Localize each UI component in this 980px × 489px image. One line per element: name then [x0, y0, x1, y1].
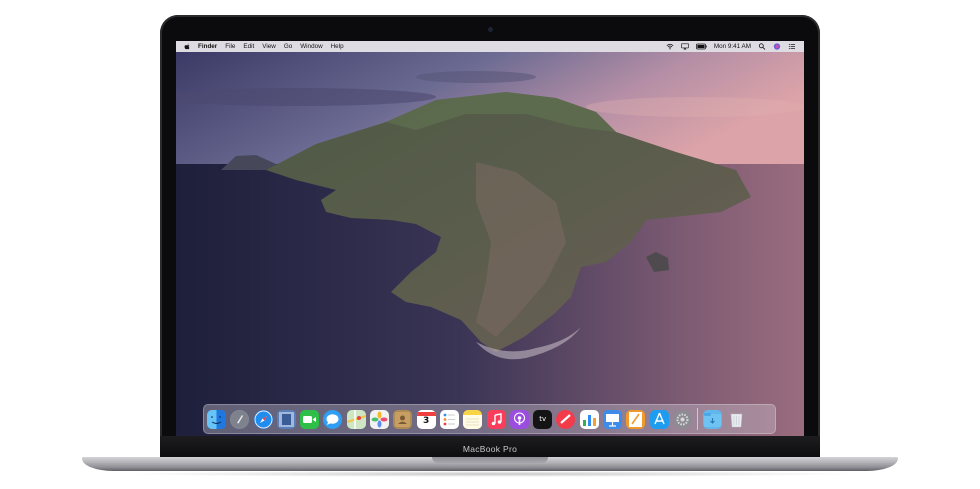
menu-help[interactable]: Help: [331, 43, 344, 50]
wifi-icon[interactable]: [666, 43, 674, 50]
apple-tv-icon[interactable]: tv: [533, 409, 553, 429]
dock: 3 tv: [203, 404, 776, 434]
notes-icon[interactable]: [463, 409, 483, 429]
airplay-icon[interactable]: [681, 43, 689, 50]
notification-center-icon[interactable]: [788, 43, 796, 50]
app-store-icon[interactable]: [649, 409, 669, 429]
news-icon[interactable]: [556, 409, 576, 429]
music-icon[interactable]: [486, 409, 506, 429]
maps-icon[interactable]: [346, 409, 366, 429]
photos-icon[interactable]: [370, 409, 390, 429]
facetime-icon[interactable]: [300, 409, 320, 429]
tv-label: tv: [539, 414, 547, 423]
downloads-folder-icon[interactable]: [703, 409, 723, 429]
launchpad-icon[interactable]: [230, 409, 250, 429]
reminders-icon[interactable]: [439, 409, 459, 429]
photo-booth-icon[interactable]: [276, 409, 296, 429]
menu-file[interactable]: File: [225, 43, 235, 50]
keynote-icon[interactable]: [603, 409, 623, 429]
safari-icon[interactable]: [253, 409, 273, 429]
menu-edit[interactable]: Edit: [243, 43, 254, 50]
messages-icon[interactable]: [323, 409, 343, 429]
trash-icon[interactable]: [727, 410, 746, 429]
menu-window[interactable]: Window: [300, 43, 322, 50]
spotlight-search-icon[interactable]: [758, 43, 766, 50]
menu-clock[interactable]: Mon 9:41 AM: [714, 43, 751, 50]
opening-notch: [432, 457, 548, 463]
menu-go[interactable]: Go: [284, 43, 292, 50]
menu-finder[interactable]: Finder: [198, 43, 217, 50]
menu-bar: Finder File Edit View Go Window Help Mon…: [176, 41, 804, 52]
finder-icon[interactable]: [207, 409, 226, 429]
desktop-wallpaper[interactable]: [176, 52, 804, 436]
apple-logo-icon[interactable]: [184, 43, 191, 50]
calendar-day: 3: [423, 416, 430, 426]
system-preferences-icon[interactable]: [672, 409, 692, 429]
contacts-icon[interactable]: [393, 409, 413, 429]
menu-view[interactable]: View: [262, 43, 276, 50]
numbers-icon[interactable]: [579, 409, 599, 429]
laptop-shadow: [120, 471, 860, 477]
model-label: MacBook Pro: [462, 444, 518, 454]
podcasts-icon[interactable]: [509, 409, 529, 429]
camera-icon: [488, 27, 493, 32]
siri-icon[interactable]: [773, 43, 781, 50]
dock-separator: [697, 408, 699, 430]
pages-icon[interactable]: [626, 409, 646, 429]
battery-icon[interactable]: [695, 43, 707, 50]
status-menus: Mon 9:41 AM: [659, 43, 804, 50]
calendar-icon[interactable]: 3: [416, 409, 436, 429]
screen: Finder File Edit View Go Window Help Mon…: [176, 41, 804, 436]
